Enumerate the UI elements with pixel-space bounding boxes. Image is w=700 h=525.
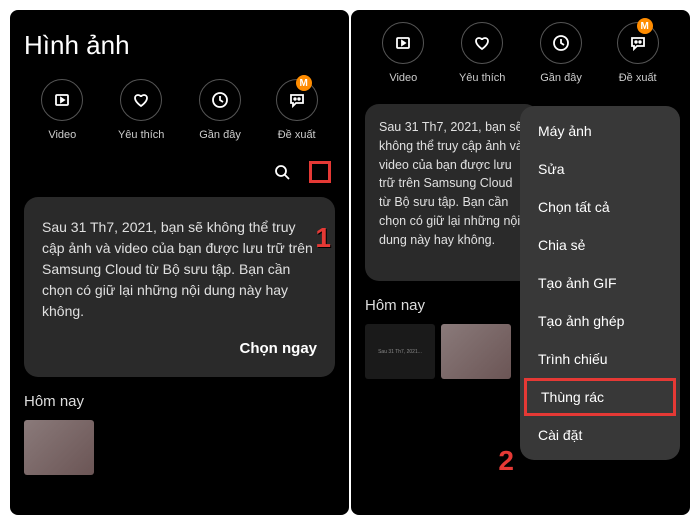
video-icon [52, 90, 72, 110]
thumbnail[interactable] [24, 420, 94, 475]
category-video[interactable]: Video [382, 22, 424, 84]
category-row: Video Yêu thích Gần đây M Đề xuất [24, 79, 335, 141]
section-today: Hôm nay [24, 393, 335, 410]
menu-slideshow[interactable]: Trình chiếu [520, 340, 680, 378]
badge: M [637, 18, 653, 34]
category-suggestions[interactable]: M Đề xuất [617, 22, 659, 84]
search-icon [272, 162, 292, 182]
menu-create-gif[interactable]: Tạo ảnh GIF [520, 264, 680, 302]
clock-icon [210, 90, 230, 110]
menu-edit[interactable]: Sửa [520, 150, 680, 188]
category-recent[interactable]: Gần đây [540, 22, 582, 84]
more-button[interactable] [309, 161, 331, 183]
category-video[interactable]: Video [41, 79, 83, 141]
more-vertical-icon [318, 162, 322, 182]
phone-screen-2: Video Yêu thích Gần đây M Đề xuất Máy ản… [351, 10, 690, 515]
thumbnail-row [24, 420, 335, 475]
page-title: Hình ảnh [24, 30, 335, 61]
annotation-step-1: 1 [315, 222, 331, 254]
video-icon [393, 33, 413, 53]
heart-icon [131, 90, 151, 110]
category-row: Video Yêu thích Gần đây M Đề xuất [365, 22, 676, 84]
category-recent[interactable]: Gần đây [199, 79, 241, 141]
category-favorites[interactable]: Yêu thích [459, 22, 505, 84]
menu-create-collage[interactable]: Tạo ảnh ghép [520, 302, 680, 340]
menu-trash[interactable]: Thùng rác [524, 378, 676, 416]
menu-share[interactable]: Chia sẻ [520, 226, 680, 264]
phone-screen-1: Hình ảnh Video Yêu thích Gần đây M Đề xu… [10, 10, 349, 515]
chat-icon [628, 33, 648, 53]
chat-icon [287, 90, 307, 110]
search-button[interactable] [271, 161, 293, 183]
menu-camera[interactable]: Máy ảnh [520, 112, 680, 150]
category-suggestions[interactable]: M Đề xuất [276, 79, 318, 141]
notice-text: Sau 31 Th7, 2021, bạn sẽ không thể truy … [379, 118, 525, 249]
thumbnail[interactable] [441, 324, 511, 379]
menu-select-all[interactable]: Chọn tất cả [520, 188, 680, 226]
notice-card: Sau 31 Th7, 2021, bạn sẽ không thể truy … [24, 197, 335, 377]
notice-card: Sau 31 Th7, 2021, bạn sẽ không thể truy … [365, 104, 539, 281]
clock-icon [551, 33, 571, 53]
toolbar [24, 161, 335, 183]
menu-settings[interactable]: Cài đặt [520, 416, 680, 454]
heart-icon [472, 33, 492, 53]
notice-text: Sau 31 Th7, 2021, bạn sẽ không thể truy … [42, 217, 317, 322]
context-menu: Máy ảnh Sửa Chọn tất cả Chia sẻ Tạo ảnh … [520, 106, 680, 460]
badge: M [296, 75, 312, 91]
annotation-step-2: 2 [498, 445, 514, 477]
thumbnail[interactable]: Sau 31 Th7, 2021... [365, 324, 435, 379]
category-favorites[interactable]: Yêu thích [118, 79, 164, 141]
choose-now-button[interactable]: Chọn ngay [42, 340, 317, 357]
